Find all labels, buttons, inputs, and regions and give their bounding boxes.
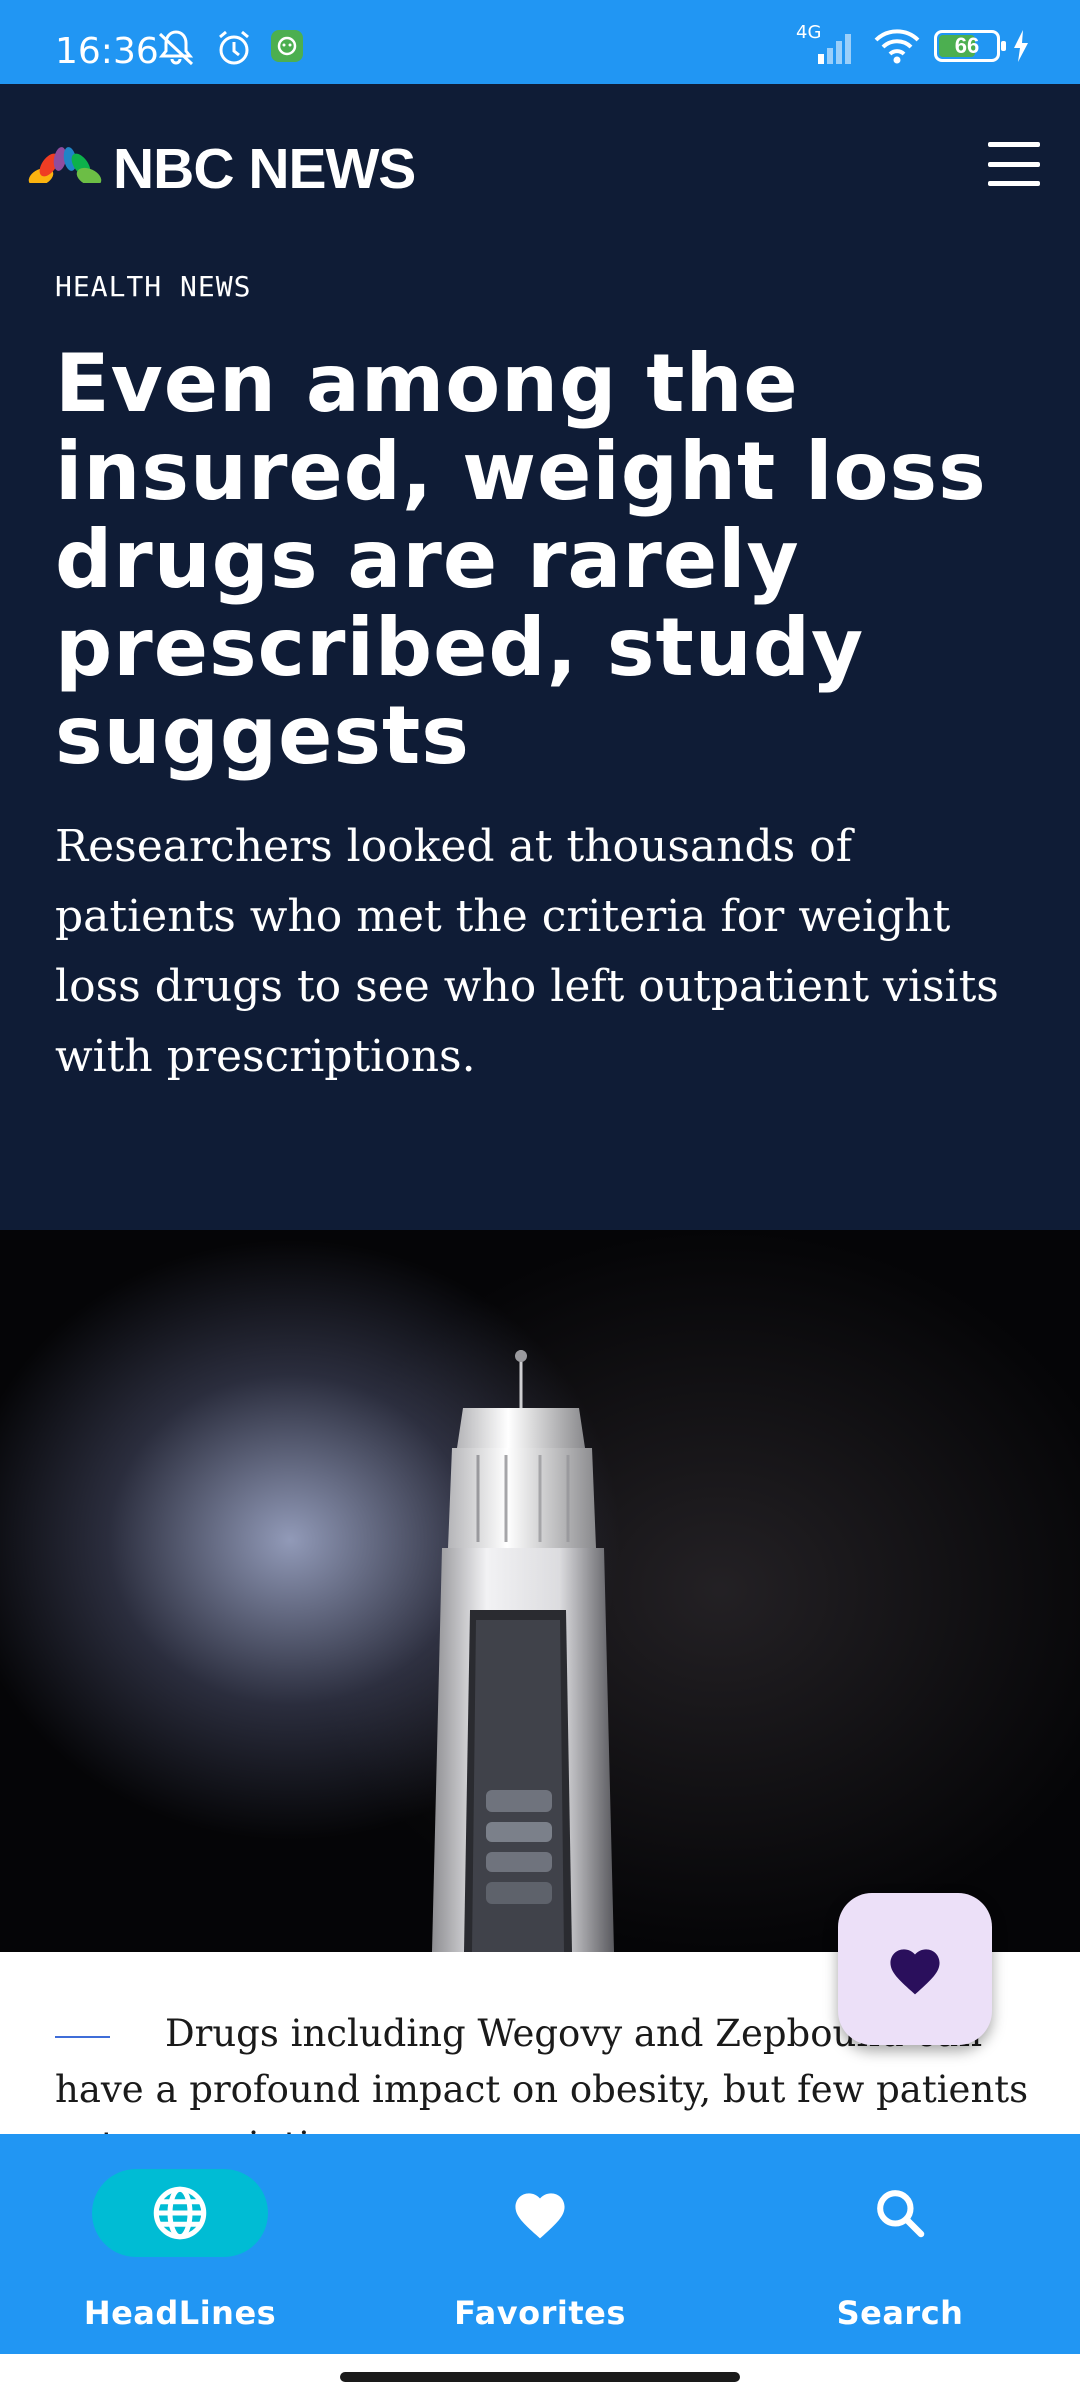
globe-icon bbox=[153, 2186, 207, 2240]
menu-button[interactable] bbox=[988, 142, 1040, 186]
notifications-muted-icon bbox=[158, 30, 194, 66]
nav-label-headlines: HeadLines bbox=[83, 2294, 277, 2332]
article-headline: Even among the insured, weight loss drug… bbox=[55, 337, 987, 782]
app-header: NBC NEWS bbox=[0, 84, 1080, 230]
add-favorite-button[interactable] bbox=[838, 1893, 992, 2045]
nav-label-search: Search bbox=[836, 2294, 964, 2332]
nbc-news-logo[interactable]: NBC NEWS bbox=[27, 136, 416, 202]
nav-item-favorites[interactable]: Favorites bbox=[360, 2134, 720, 2354]
battery-percent: 66 bbox=[954, 33, 980, 58]
injection-pen-image bbox=[432, 1350, 614, 1952]
battery-icon: 66 bbox=[934, 30, 1006, 62]
hamburger-menu-icon bbox=[988, 142, 1040, 147]
status-bar: 16:36 4G 66 bbox=[0, 0, 1080, 84]
cellular-signal-icon: 4G bbox=[796, 22, 860, 66]
app-notification-icon bbox=[271, 30, 303, 62]
system-gesture-area bbox=[0, 2354, 1080, 2400]
heart-icon bbox=[515, 2193, 565, 2239]
logo-text: NBC NEWS bbox=[113, 137, 416, 201]
search-icon bbox=[877, 2190, 925, 2238]
alarm-icon bbox=[219, 30, 249, 65]
home-gesture-bar[interactable] bbox=[340, 2372, 740, 2382]
article-dek: Researchers looked at thousands of patie… bbox=[55, 821, 999, 1082]
nav-item-search[interactable]: Search bbox=[720, 2134, 1080, 2354]
charging-icon bbox=[1014, 30, 1028, 62]
nav-item-headlines[interactable]: HeadLines bbox=[0, 2134, 360, 2354]
article-photo bbox=[0, 1230, 1080, 1952]
article-hero: HEALTH NEWS Even among the insured, weig… bbox=[0, 230, 1080, 1230]
status-time: 16:36 bbox=[55, 31, 159, 72]
wifi-icon bbox=[874, 29, 920, 64]
peacock-logo-icon bbox=[27, 147, 103, 193]
article-category[interactable]: HEALTH NEWS bbox=[55, 270, 251, 303]
bottom-navigation: HeadLines Favorites Search bbox=[0, 2134, 1080, 2354]
nav-label-favorites: Favorites bbox=[454, 2294, 626, 2332]
nav-active-indicator bbox=[92, 2169, 268, 2257]
status-icons: 4G 66 bbox=[796, 22, 1030, 68]
heart-icon bbox=[890, 1949, 940, 1995]
